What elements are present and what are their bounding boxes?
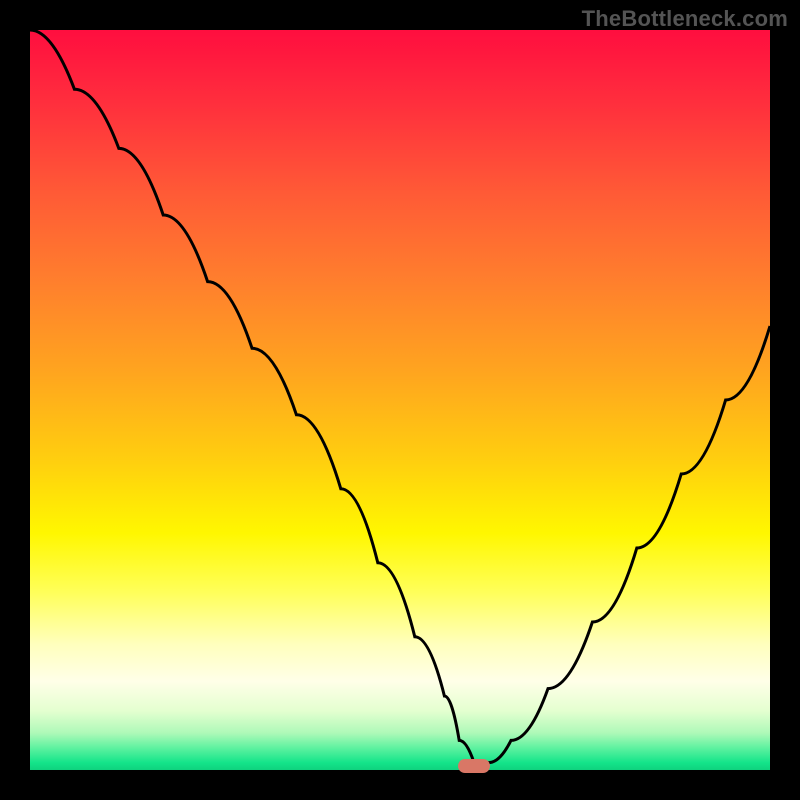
chart-frame: TheBottleneck.com bbox=[0, 0, 800, 800]
watermark-text: TheBottleneck.com bbox=[582, 6, 788, 32]
curve-path bbox=[30, 30, 770, 763]
optimal-point-marker bbox=[458, 759, 490, 773]
bottleneck-curve bbox=[30, 30, 770, 770]
